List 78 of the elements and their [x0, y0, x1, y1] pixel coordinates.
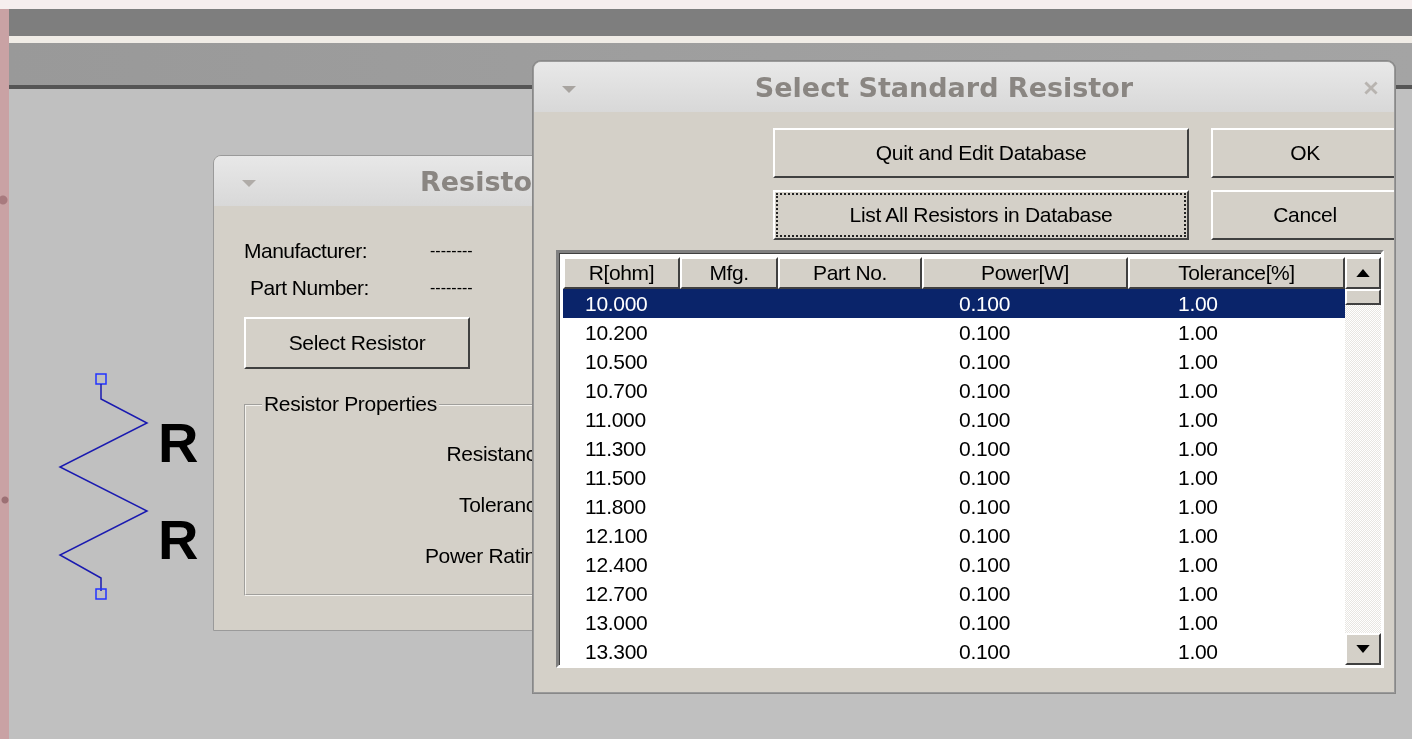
- table-row[interactable]: 13.000 0.100 1.00: [563, 608, 1345, 637]
- dialog-title: Resisto: [420, 165, 532, 197]
- table-row[interactable]: 10.200 0.100 1.00: [563, 318, 1345, 347]
- scroll-up-button[interactable]: [1345, 257, 1381, 289]
- table-cell-text: 1.00: [1178, 407, 1218, 433]
- table-cell-text: 0.100: [959, 552, 1011, 578]
- dialog-title: Select Standard Resistor: [754, 71, 1134, 103]
- dialog-button[interactable]: List All Resistors in Database: [773, 190, 1189, 240]
- resistor-label: R: [158, 415, 199, 471]
- manufacturer-label: Manufacturer:: [244, 239, 369, 263]
- table-cell-text: 0.100: [959, 320, 1011, 346]
- part-number-label: Part Number:: [250, 276, 370, 300]
- table-row[interactable]: 10.700 0.100 1.00: [563, 376, 1345, 405]
- column-header[interactable]: Part No.: [778, 257, 922, 289]
- dialog-button[interactable]: Quit and Edit Database: [773, 128, 1189, 178]
- table-cell-text: 0.100: [959, 523, 1011, 549]
- table-row[interactable]: 11.800 0.100 1.00: [563, 492, 1345, 521]
- table-row[interactable]: 12.100 0.100 1.00: [563, 521, 1345, 550]
- property-label: Toleranc: [459, 493, 536, 517]
- table-row[interactable]: 12.400 0.100 1.00: [563, 550, 1345, 579]
- table-row[interactable]: 10.500 0.100 1.00: [563, 347, 1345, 376]
- part-number-value: --------: [430, 279, 473, 297]
- property-label: Resistanc: [446, 442, 536, 466]
- select-resistor-button[interactable]: Select Resistor: [244, 317, 470, 369]
- dialog-button[interactable]: Cancel: [1211, 190, 1394, 240]
- table-cell-text: 13.000: [585, 610, 648, 636]
- table-cell-text: 1.00: [1178, 639, 1218, 665]
- table-cell-text: 12.700: [585, 581, 648, 607]
- table-cell-text: 1.00: [1178, 465, 1218, 491]
- manufacturer-value: --------: [430, 242, 473, 260]
- column-header[interactable]: R[ohm]: [563, 257, 680, 289]
- scroll-thumb[interactable]: [1345, 289, 1381, 305]
- table-cell-text: 0.100: [959, 349, 1011, 375]
- table-cell-text: 11.800: [585, 494, 646, 520]
- table-cell-text: 1.00: [1178, 291, 1218, 317]
- table-cell-text: 1.00: [1178, 378, 1218, 404]
- column-header[interactable]: Tolerance[%]: [1128, 257, 1345, 289]
- table-cell-text: 1.00: [1178, 552, 1218, 578]
- table-cell-text: 13.300: [585, 639, 648, 665]
- table-cell-text: 1.00: [1178, 610, 1218, 636]
- table-cell-text: 1.00: [1178, 523, 1218, 549]
- column-header[interactable]: Power[W]: [922, 257, 1128, 289]
- table-cell-text: 0.100: [959, 610, 1011, 636]
- table-cell-text: 1.00: [1178, 581, 1218, 607]
- down-arrow-icon: [1356, 645, 1370, 653]
- table-cell-text: 10.200: [585, 320, 648, 346]
- scroll-down-button[interactable]: [1345, 633, 1381, 665]
- table-cell-text: 0.100: [959, 436, 1011, 462]
- table-cell-text: 0.100: [959, 639, 1011, 665]
- resistor-value-label: R: [158, 512, 199, 568]
- table-row[interactable]: 11.500 0.100 1.00: [563, 463, 1345, 492]
- table-cell-text: 0.100: [959, 291, 1011, 317]
- table-row[interactable]: 12.700 0.100 1.00: [563, 579, 1345, 608]
- table-row[interactable]: 11.300 0.100 1.00: [563, 434, 1345, 463]
- table-cell-text: 0.100: [959, 407, 1011, 433]
- table-cell-text: 11.000: [585, 407, 646, 433]
- table-cell-text: 11.500: [585, 465, 646, 491]
- table-cell-text: 0.100: [959, 465, 1011, 491]
- table-cell-text: 0.100: [959, 378, 1011, 404]
- table-cell-text: 1.00: [1178, 436, 1218, 462]
- dialog-button[interactable]: OK: [1211, 128, 1394, 178]
- table-cell-text: 10.000: [585, 291, 648, 317]
- table-cell-text: 12.400: [585, 552, 648, 578]
- table-row[interactable]: 10.000 0.100 1.00: [563, 289, 1345, 318]
- table-cell-text: 1.00: [1178, 494, 1218, 520]
- column-header[interactable]: Mfg.: [680, 257, 778, 289]
- table-cell-text: 0.100: [959, 581, 1011, 607]
- table-cell-text: 10.700: [585, 378, 648, 404]
- table-cell-text: 11.300: [585, 436, 646, 462]
- table-row[interactable]: 11.000 0.100 1.00: [563, 405, 1345, 434]
- up-arrow-icon: [1356, 269, 1370, 277]
- table-cell-text: 1.00: [1178, 320, 1218, 346]
- scrollbar[interactable]: [1345, 257, 1381, 665]
- table-cell-text: 1.00: [1178, 349, 1218, 375]
- table-cell-text: 0.100: [959, 494, 1011, 520]
- table-cell-text: 12.100: [585, 523, 648, 549]
- table-cell-text: 10.500: [585, 349, 648, 375]
- table-row[interactable]: 13.300 0.100 1.00: [563, 637, 1345, 665]
